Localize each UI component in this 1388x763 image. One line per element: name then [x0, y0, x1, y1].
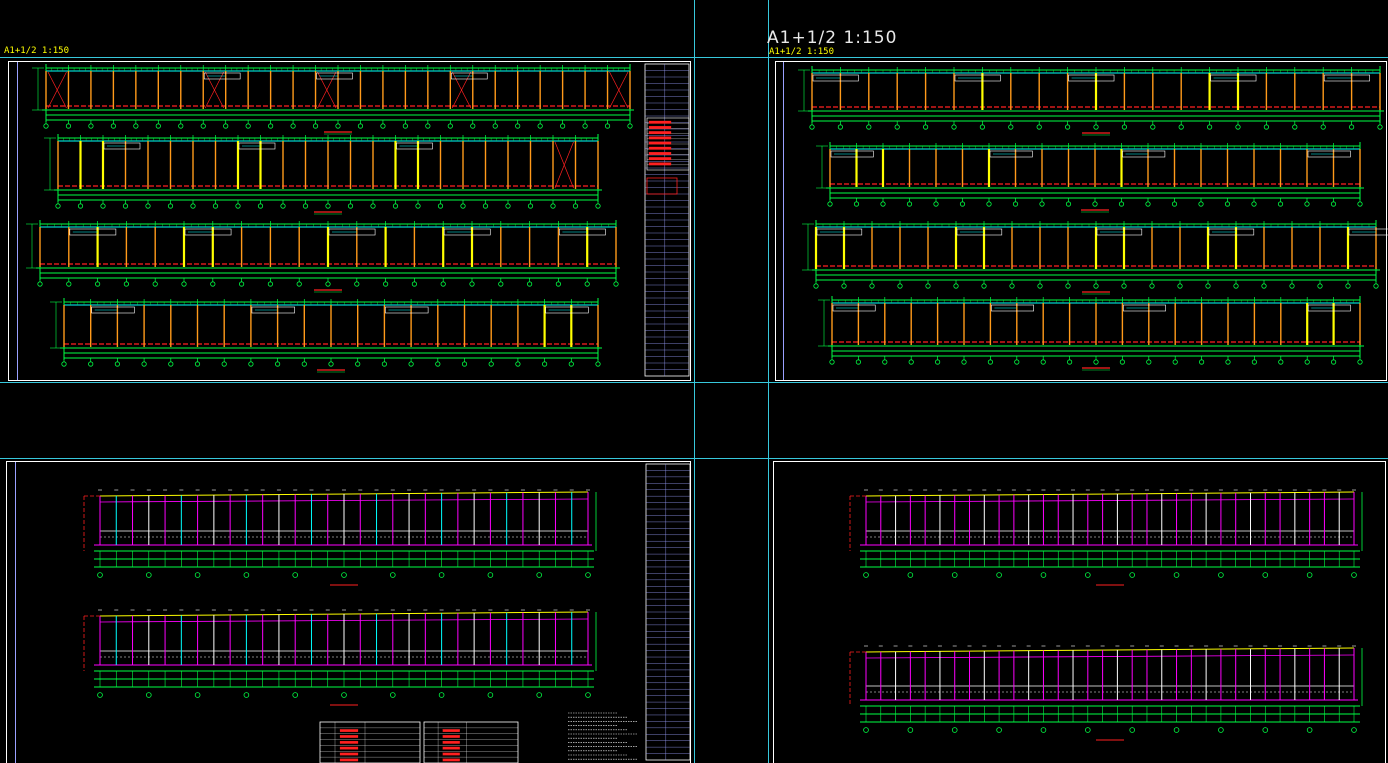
schedule-table-bl-2 [423, 721, 519, 763]
sheet-frame-bottom-right [773, 461, 1386, 763]
cad-drawing-canvas[interactable] [0, 0, 1388, 763]
sheet-scale-label-top-left: A1+1/2 1:150 [4, 46, 70, 56]
title-blocks [319, 63, 691, 763]
section-br-2 [849, 645, 1363, 741]
title-block-bl [645, 463, 691, 761]
elevation-tl-3 [26, 220, 620, 293]
title-block-tl [644, 63, 690, 377]
elevation-drawings [26, 64, 1388, 373]
section-drawings [83, 489, 1363, 741]
elevation-tl-4 [50, 298, 602, 373]
elevation-tr-3 [802, 220, 1388, 295]
sheet-frame-top-left [8, 61, 691, 381]
section-br-1 [849, 489, 1363, 586]
section-bl-2 [83, 609, 597, 706]
sheet-scale-label-top-right-large: A1+1/2 1:150 [767, 28, 898, 48]
elevation-tr-1 [798, 66, 1384, 136]
schedule-table-bl-1 [319, 721, 421, 763]
notes-block-bl [568, 712, 638, 760]
viewport-crosshair [0, 0, 1388, 763]
elevation-tl-2 [44, 134, 602, 215]
elevation-tl-1 [32, 64, 634, 135]
elevation-tr-2 [816, 142, 1364, 213]
section-bl-1 [83, 489, 597, 586]
schedule-table-tl [646, 117, 690, 195]
elevation-tr-4 [818, 296, 1364, 371]
sheet-scale-label-top-right-small: A1+1/2 1:150 [769, 47, 835, 57]
